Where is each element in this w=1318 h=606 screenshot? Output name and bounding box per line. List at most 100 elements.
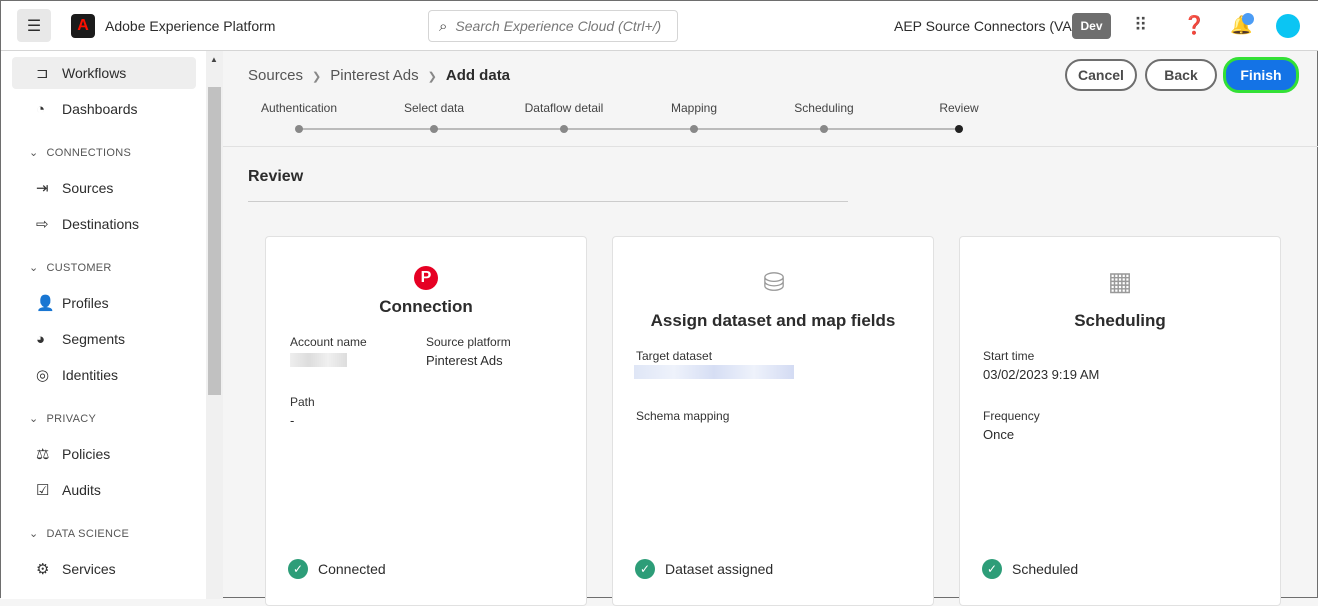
account-name-label: Account name bbox=[290, 335, 367, 349]
status-text: Connected bbox=[318, 561, 386, 577]
menu-button[interactable]: ☰ bbox=[17, 9, 51, 42]
check-circle-icon: ✓ bbox=[982, 559, 1002, 579]
review-heading: Review bbox=[248, 168, 304, 185]
step-mapping: Mapping bbox=[670, 101, 718, 115]
stepper: Authentication Select data Dataflow deta… bbox=[248, 101, 988, 141]
source-platform-value: Pinterest Ads bbox=[426, 353, 503, 368]
sidebar-item-identities[interactable]: ◎ Identities bbox=[12, 359, 196, 391]
database-icon: ⛁ bbox=[763, 267, 785, 297]
section-connections[interactable]: CONNECTIONS bbox=[29, 146, 131, 159]
status-connected: ✓ Connected bbox=[288, 559, 386, 579]
step-dot bbox=[690, 125, 698, 133]
connection-card: P Connection Account name Source platfor… bbox=[265, 236, 587, 606]
label: Profiles bbox=[62, 295, 109, 311]
notification-dot bbox=[1242, 13, 1254, 25]
label: Workflows bbox=[62, 65, 127, 81]
path-value: - bbox=[290, 413, 295, 428]
step-dot bbox=[560, 125, 568, 133]
dashboard-icon: ◔ bbox=[36, 100, 46, 118]
stepper-line bbox=[298, 128, 960, 130]
destinations-icon: ⇨ bbox=[36, 216, 49, 233]
back-button[interactable]: Back bbox=[1145, 59, 1217, 91]
frequency-label: Frequency bbox=[983, 409, 1040, 423]
chevron-right-icon: ❯ bbox=[427, 71, 437, 83]
label: Destinations bbox=[62, 216, 140, 232]
step-dataflow-detail: Dataflow detail bbox=[524, 101, 604, 115]
target-dataset-label: Target dataset bbox=[636, 349, 713, 363]
sidebar-item-policies[interactable]: ⚖ Policies bbox=[12, 438, 196, 470]
label: Dashboards bbox=[62, 101, 138, 117]
chevron-right-icon: ❯ bbox=[312, 71, 322, 83]
check-circle-icon: ✓ bbox=[288, 559, 308, 579]
services-icon: ⚙ bbox=[36, 561, 50, 578]
breadcrumb-sources[interactable]: Sources bbox=[248, 67, 303, 84]
sidebar-item-workflows[interactable]: ⊐ Workflows bbox=[12, 57, 196, 89]
section-privacy[interactable]: PRIVACY bbox=[29, 412, 96, 425]
step-select-data: Select data bbox=[403, 101, 465, 115]
cancel-button[interactable]: Cancel bbox=[1065, 59, 1137, 91]
sidebar-item-profiles[interactable]: 👤 Profiles bbox=[12, 287, 196, 319]
fingerprint-icon: ◎ bbox=[36, 367, 50, 384]
label: Audits bbox=[62, 482, 101, 498]
adobe-logo-icon[interactable]: A bbox=[71, 14, 95, 38]
gavel-icon: ⚖ bbox=[36, 446, 50, 463]
help-icon[interactable]: ❓ bbox=[1183, 15, 1205, 36]
sidebar-item-sources[interactable]: ⇥ Sources bbox=[12, 172, 196, 204]
status-text: Dataset assigned bbox=[665, 561, 774, 577]
search-input[interactable]: ⌕ Search Experience Cloud (Ctrl+/) bbox=[428, 10, 678, 42]
step-dot bbox=[430, 125, 438, 133]
status-dataset-assigned: ✓ Dataset assigned bbox=[635, 559, 773, 579]
account-name-redacted bbox=[290, 353, 347, 367]
start-time-label: Start time bbox=[983, 349, 1035, 363]
start-time-value: 03/02/2023 9:19 AM bbox=[983, 367, 1100, 382]
step-dot-current bbox=[955, 125, 963, 133]
step-scheduling: Scheduling bbox=[794, 101, 854, 115]
section-customer[interactable]: CUSTOMER bbox=[29, 261, 112, 274]
frequency-value: Once bbox=[983, 427, 1015, 442]
section-data-science[interactable]: DATA SCIENCE bbox=[29, 527, 129, 540]
label: Segments bbox=[62, 331, 126, 347]
sources-icon: ⇥ bbox=[36, 180, 49, 197]
label: Sources bbox=[62, 180, 114, 196]
status-scheduled: ✓ Scheduled bbox=[982, 559, 1078, 579]
label: Identities bbox=[62, 367, 119, 383]
breadcrumb-current: Add data bbox=[445, 67, 511, 84]
user-icon: 👤 bbox=[36, 295, 55, 312]
scrollbar-thumb[interactable] bbox=[208, 87, 221, 395]
finish-button[interactable]: Finish bbox=[1223, 57, 1299, 93]
search-icon: ⌕ bbox=[439, 17, 448, 35]
target-dataset-redacted[interactable] bbox=[634, 365, 794, 379]
breadcrumb-pinterest[interactable]: Pinterest Ads bbox=[330, 67, 418, 84]
label: Services bbox=[62, 561, 116, 577]
calendar-icon: ▦ bbox=[1107, 266, 1133, 296]
schema-mapping-label: Schema mapping bbox=[636, 409, 730, 423]
scroll-up-icon[interactable]: ▲ bbox=[210, 55, 218, 64]
pinterest-icon: P bbox=[414, 266, 438, 290]
segments-icon: ◕ bbox=[36, 330, 46, 348]
card-title: Connection bbox=[379, 297, 473, 316]
label: Policies bbox=[62, 446, 111, 462]
app-title[interactable]: Adobe Experience Platform bbox=[105, 18, 275, 34]
card-title: Assign dataset and map fields bbox=[650, 311, 896, 330]
avatar[interactable] bbox=[1276, 14, 1300, 38]
sidebar-item-audits[interactable]: ☑ Audits bbox=[12, 474, 196, 506]
step-authentication: Authentication bbox=[260, 101, 338, 115]
apps-grid-icon[interactable]: ⠿ bbox=[1134, 15, 1147, 36]
sidebar-item-services[interactable]: ⚙ Services bbox=[12, 553, 196, 585]
divider bbox=[223, 146, 1318, 147]
source-platform-label: Source platform bbox=[426, 335, 511, 349]
org-switcher[interactable]: AEP Source Connectors (VA7) bbox=[894, 18, 1084, 34]
sidebar-item-dashboards[interactable]: ◔ Dashboards bbox=[12, 93, 196, 125]
search-placeholder: Search Experience Cloud (Ctrl+/) bbox=[455, 18, 662, 34]
sidebar-item-segments[interactable]: ◕ Segments bbox=[12, 323, 196, 355]
sidebar: ⊐ Workflows ◔ Dashboards CONNECTIONS ⇥ Sour… bbox=[1, 51, 206, 599]
sidebar-item-destinations[interactable]: ⇨ Destinations bbox=[12, 208, 196, 240]
breadcrumb: Sources ❯ Pinterest Ads ❯ Add data bbox=[248, 67, 510, 84]
card-title: Scheduling bbox=[1074, 311, 1166, 330]
workflow-icon: ⊐ bbox=[36, 65, 49, 82]
divider bbox=[248, 201, 848, 202]
top-bar: ☰ A Adobe Experience Platform ⌕ Search Ex… bbox=[1, 1, 1318, 51]
sidebar-scrollbar[interactable]: ▲ bbox=[206, 51, 223, 599]
env-badge[interactable]: Dev bbox=[1072, 13, 1111, 39]
dataset-card: ⛁ Assign dataset and map fields Target d… bbox=[612, 236, 934, 606]
